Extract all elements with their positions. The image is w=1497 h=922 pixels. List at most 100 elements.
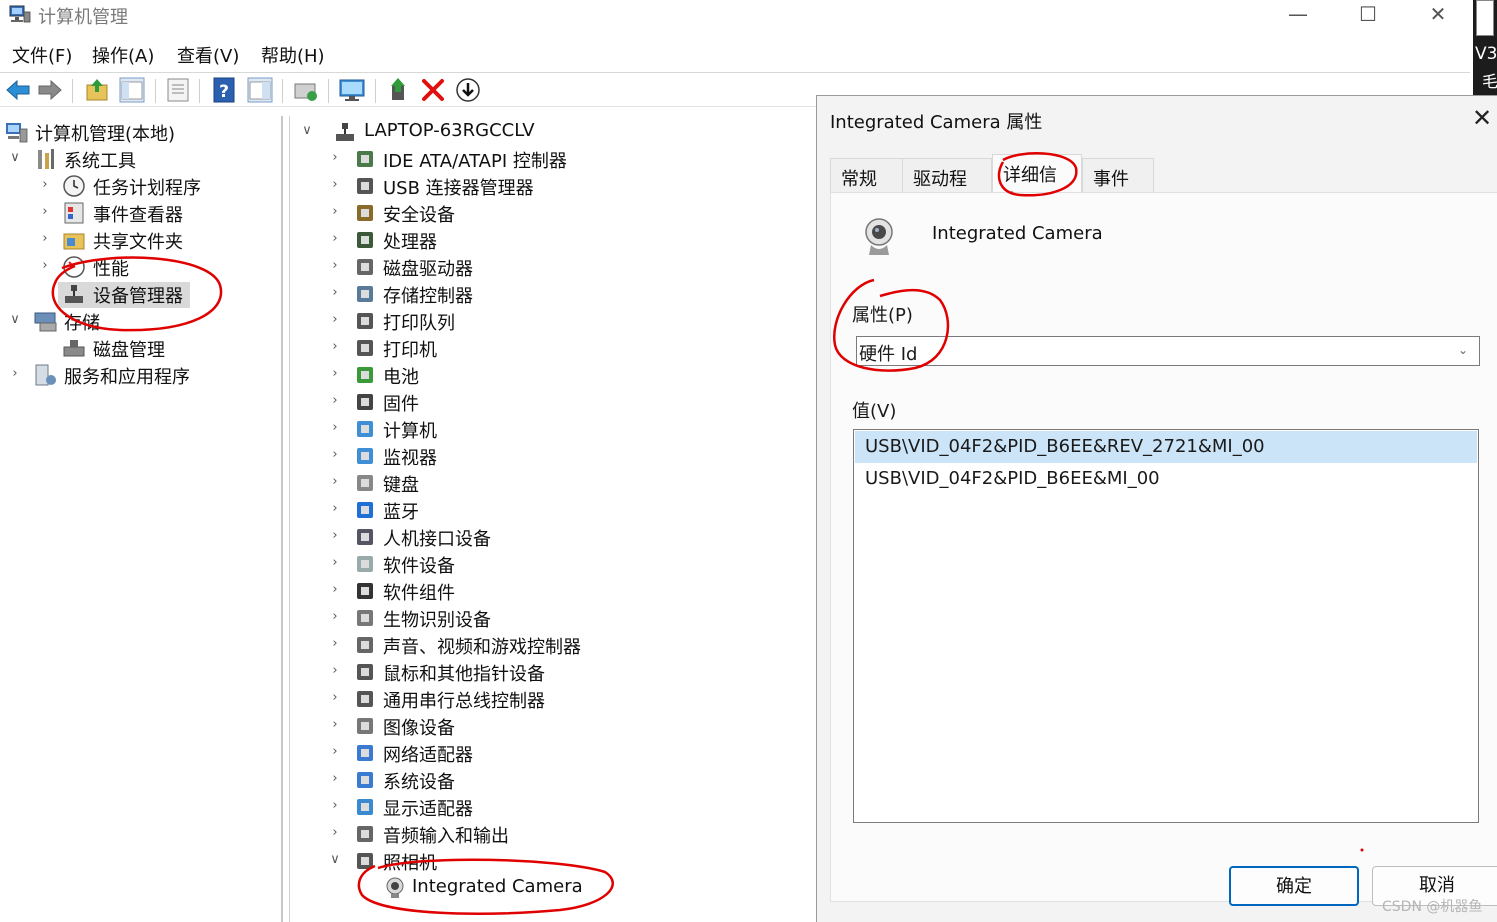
show-hide-tree-icon[interactable] — [118, 76, 146, 104]
device-tree-root[interactable]: ∨ LAPTOP-63RGCCLV — [300, 120, 800, 146]
device-category[interactable]: › 系统设备 — [328, 768, 808, 794]
chevron-right-icon[interactable]: › — [328, 555, 342, 570]
chevron-right-icon[interactable]: › — [328, 258, 342, 273]
menu-help[interactable]: 帮助(H) — [261, 42, 325, 68]
chevron-right-icon[interactable]: › — [328, 474, 342, 489]
tree-item-performance[interactable]: › 性能 — [38, 255, 278, 281]
chevron-right-icon[interactable]: › — [328, 582, 342, 597]
tab-events[interactable]: 事件 — [1082, 158, 1154, 192]
device-category[interactable]: › 声音、视频和游戏控制器 — [328, 633, 808, 659]
device-category[interactable]: › 蓝牙 — [328, 498, 808, 524]
chevron-right-icon[interactable]: › — [328, 528, 342, 543]
tree-item-device-manager[interactable]: 设备管理器 — [58, 282, 190, 308]
value-list-item[interactable]: USB\VID_04F2&PID_B6EE&MI_00 — [855, 463, 1477, 495]
chevron-right-icon[interactable]: › — [328, 204, 342, 219]
device-category[interactable]: › 打印队列 — [328, 309, 808, 335]
chevron-right-icon[interactable]: › — [328, 312, 342, 327]
tab-general[interactable]: 常规 — [830, 158, 903, 192]
dialog-close-button[interactable]: ✕ — [1472, 104, 1492, 132]
device-category[interactable]: › 电池 — [328, 363, 808, 389]
chevron-down-icon[interactable]: ∨ — [8, 312, 22, 327]
device-category[interactable]: › 固件 — [328, 390, 808, 416]
device-category[interactable]: › 软件设备 — [328, 552, 808, 578]
tree-item-services-apps[interactable]: › 服务和应用程序 — [8, 363, 283, 389]
ok-button[interactable]: 确定 — [1229, 866, 1359, 906]
tree-item-storage[interactable]: ∨ 存储 — [8, 309, 278, 335]
menu-view[interactable]: 查看(V) — [177, 42, 239, 68]
chevron-right-icon[interactable]: › — [8, 366, 22, 381]
device-category[interactable]: › 鼠标和其他指针设备 — [328, 660, 808, 686]
chevron-right-icon[interactable]: › — [328, 447, 342, 462]
device-category[interactable]: › 安全设备 — [328, 201, 808, 227]
help-icon[interactable]: ? — [210, 76, 238, 104]
uninstall-icon[interactable] — [419, 76, 447, 104]
device-category[interactable]: › 存储控制器 — [328, 282, 808, 308]
minimize-button[interactable]: — — [1263, 0, 1333, 30]
forward-icon[interactable] — [36, 76, 64, 104]
chevron-down-icon[interactable]: ∨ — [328, 852, 342, 867]
chevron-down-icon[interactable]: ⌄ — [1448, 336, 1478, 364]
chevron-right-icon[interactable]: › — [328, 339, 342, 354]
value-list[interactable]: USB\VID_04F2&PID_B6EE&REV_2721&MI_00 USB… — [853, 429, 1479, 823]
chevron-right-icon[interactable]: › — [328, 393, 342, 408]
device-category[interactable]: › 人机接口设备 — [328, 525, 808, 551]
device-category[interactable]: › IDE ATA/ATAPI 控制器 — [328, 147, 808, 173]
tree-item-event-viewer[interactable]: › 事件查看器 — [38, 201, 278, 227]
chevron-right-icon[interactable]: › — [328, 609, 342, 624]
chevron-right-icon[interactable]: › — [328, 690, 342, 705]
chevron-right-icon[interactable]: › — [328, 366, 342, 381]
device-category[interactable]: › 计算机 — [328, 417, 808, 443]
chevron-right-icon[interactable]: › — [328, 231, 342, 246]
device-category[interactable]: ∨ 照相机 — [328, 849, 808, 875]
scan-hardware-icon[interactable] — [292, 76, 320, 104]
update-driver-icon[interactable] — [386, 76, 414, 104]
device-category[interactable]: › 网络适配器 — [328, 741, 808, 767]
device-category[interactable]: › USB 连接器管理器 — [328, 174, 808, 200]
chevron-right-icon[interactable]: › — [328, 771, 342, 786]
device-category[interactable]: › 键盘 — [328, 471, 808, 497]
action-pane-icon[interactable] — [246, 76, 274, 104]
menu-action[interactable]: 操作(A) — [92, 42, 154, 68]
chevron-right-icon[interactable]: › — [328, 177, 342, 192]
device-category[interactable]: › 图像设备 — [328, 714, 808, 740]
monitor-icon[interactable] — [338, 76, 366, 104]
device-category[interactable]: › 显示适配器 — [328, 795, 808, 821]
chevron-right-icon[interactable]: › — [328, 285, 342, 300]
chevron-right-icon[interactable]: › — [328, 798, 342, 813]
device-category[interactable]: › 打印机 — [328, 336, 808, 362]
chevron-right-icon[interactable]: › — [328, 420, 342, 435]
device-category[interactable]: › 监视器 — [328, 444, 808, 470]
chevron-right-icon[interactable]: › — [328, 744, 342, 759]
property-select[interactable]: 硬件 Id — [856, 336, 1480, 366]
chevron-right-icon[interactable]: › — [38, 231, 52, 246]
chevron-right-icon[interactable]: › — [38, 204, 52, 219]
device-category[interactable]: › 软件组件 — [328, 579, 808, 605]
tree-item-shared-folders[interactable]: › 共享文件夹 — [38, 228, 278, 254]
device-category[interactable]: › 音频输入和输出 — [328, 822, 808, 848]
chevron-down-icon[interactable]: ∨ — [8, 150, 22, 165]
up-folder-icon[interactable] — [83, 76, 111, 104]
chevron-right-icon[interactable]: › — [328, 825, 342, 840]
chevron-right-icon[interactable]: › — [38, 177, 52, 192]
device-category[interactable]: › 磁盘驱动器 — [328, 255, 808, 281]
chevron-right-icon[interactable]: › — [38, 258, 52, 273]
tree-item-computer-management[interactable]: 计算机管理(本地) — [5, 120, 275, 146]
tree-item-system-tools[interactable]: ∨ 系统工具 — [8, 147, 278, 173]
tab-details[interactable]: 详细信息 — [992, 154, 1082, 212]
disable-device-icon[interactable] — [454, 76, 482, 104]
chevron-down-icon[interactable]: ∨ — [300, 123, 314, 138]
tree-item-disk-management[interactable]: 磁盘管理 — [62, 336, 282, 362]
properties-icon[interactable] — [164, 76, 192, 104]
chevron-right-icon[interactable]: › — [328, 717, 342, 732]
chevron-right-icon[interactable]: › — [328, 663, 342, 678]
tree-item-task-scheduler[interactable]: › 任务计划程序 — [38, 174, 278, 200]
device-category[interactable]: › 生物识别设备 — [328, 606, 808, 632]
device-category[interactable]: › 通用串行总线控制器 — [328, 687, 808, 713]
tab-driver[interactable]: 驱动程序 — [902, 158, 992, 216]
device-integrated-camera[interactable]: Integrated Camera — [356, 876, 656, 902]
maximize-button[interactable]: ☐ — [1333, 0, 1403, 30]
chevron-right-icon[interactable]: › — [328, 636, 342, 651]
back-icon[interactable] — [4, 76, 32, 104]
chevron-right-icon[interactable]: › — [328, 501, 342, 516]
value-list-item[interactable]: USB\VID_04F2&PID_B6EE&REV_2721&MI_00 — [855, 431, 1477, 463]
